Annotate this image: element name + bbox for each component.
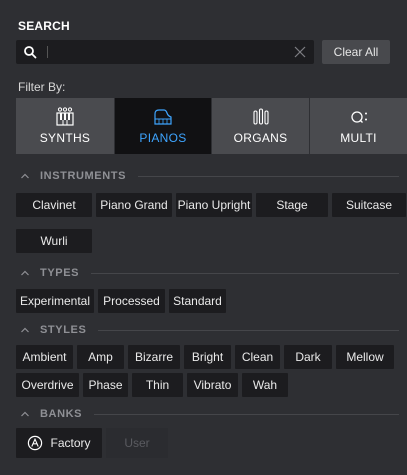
- category-label: MULTI: [340, 131, 377, 145]
- chevron-up-icon: [21, 411, 29, 417]
- synth-icon: [56, 107, 74, 126]
- tag-standard[interactable]: Standard: [169, 289, 226, 313]
- close-icon[interactable]: [294, 46, 306, 58]
- tag-user[interactable]: User: [106, 428, 168, 458]
- piano-icon: [154, 109, 172, 125]
- tag-processed[interactable]: Processed: [98, 289, 165, 313]
- tag-phase[interactable]: Phase: [83, 373, 128, 397]
- section-divider: [91, 272, 399, 274]
- tag-bright[interactable]: Bright: [184, 345, 231, 369]
- tag-ambient[interactable]: Ambient: [16, 345, 73, 369]
- section-divider: [138, 175, 399, 177]
- text-caret: [47, 46, 48, 58]
- tag-stage[interactable]: Stage: [256, 193, 328, 217]
- section-divider: [98, 329, 399, 331]
- tag-vibrato[interactable]: Vibrato: [187, 373, 238, 397]
- search-box[interactable]: [16, 40, 314, 64]
- tag-label: Factory: [50, 436, 91, 450]
- section-instruments-header[interactable]: INSTRUMENTS: [16, 168, 399, 184]
- chevron-up-icon: [21, 270, 29, 276]
- section-label: TYPES: [40, 267, 80, 279]
- category-multi-button[interactable]: MULTI: [310, 98, 407, 154]
- organ-icon: [252, 108, 269, 125]
- category-pianos-button[interactable]: PIANOS: [115, 98, 211, 154]
- category-organs-button[interactable]: ORGANS: [212, 98, 309, 154]
- tag-piano-grand[interactable]: Piano Grand: [96, 193, 172, 217]
- tag-bizarre[interactable]: Bizarre: [128, 345, 180, 369]
- tag-clean[interactable]: Clean: [235, 345, 280, 369]
- search-icon: [24, 46, 37, 59]
- tag-wah[interactable]: Wah: [242, 373, 288, 397]
- category-label: ORGANS: [233, 131, 288, 145]
- section-types-header[interactable]: TYPES: [16, 265, 399, 281]
- clear-all-button[interactable]: Clear All: [322, 40, 390, 64]
- tag-thin[interactable]: Thin: [132, 373, 183, 397]
- search-input[interactable]: [50, 42, 280, 62]
- section-label: STYLES: [40, 324, 87, 336]
- tag-overdrive[interactable]: Overdrive: [16, 373, 79, 397]
- category-synths-button[interactable]: SYNTHS: [16, 98, 114, 154]
- tag-suitcase[interactable]: Suitcase: [332, 193, 406, 217]
- section-label: BANKS: [40, 408, 83, 420]
- category-label: SYNTHS: [39, 131, 91, 145]
- section-banks-header[interactable]: BANKS: [16, 406, 399, 422]
- tag-wurli[interactable]: Wurli: [16, 229, 92, 253]
- multi-icon: [350, 111, 367, 123]
- chevron-up-icon: [21, 327, 29, 333]
- tag-experimental[interactable]: Experimental: [16, 289, 94, 313]
- section-divider: [94, 413, 399, 415]
- tag-clavinet[interactable]: Clavinet: [16, 193, 92, 217]
- chevron-up-icon: [21, 173, 29, 179]
- arturia-logo-icon: [28, 435, 43, 451]
- section-label: INSTRUMENTS: [40, 170, 127, 182]
- section-styles-header[interactable]: STYLES: [16, 322, 399, 338]
- filter-by-label: Filter By:: [18, 80, 66, 94]
- tag-factory[interactable]: Factory: [16, 428, 102, 458]
- tag-piano-upright[interactable]: Piano Upright: [176, 193, 252, 217]
- tag-dark[interactable]: Dark: [284, 345, 332, 369]
- tag-mellow[interactable]: Mellow: [336, 345, 394, 369]
- tag-amp[interactable]: Amp: [77, 345, 124, 369]
- category-label: PIANOS: [139, 131, 187, 145]
- search-title: SEARCH: [18, 19, 70, 33]
